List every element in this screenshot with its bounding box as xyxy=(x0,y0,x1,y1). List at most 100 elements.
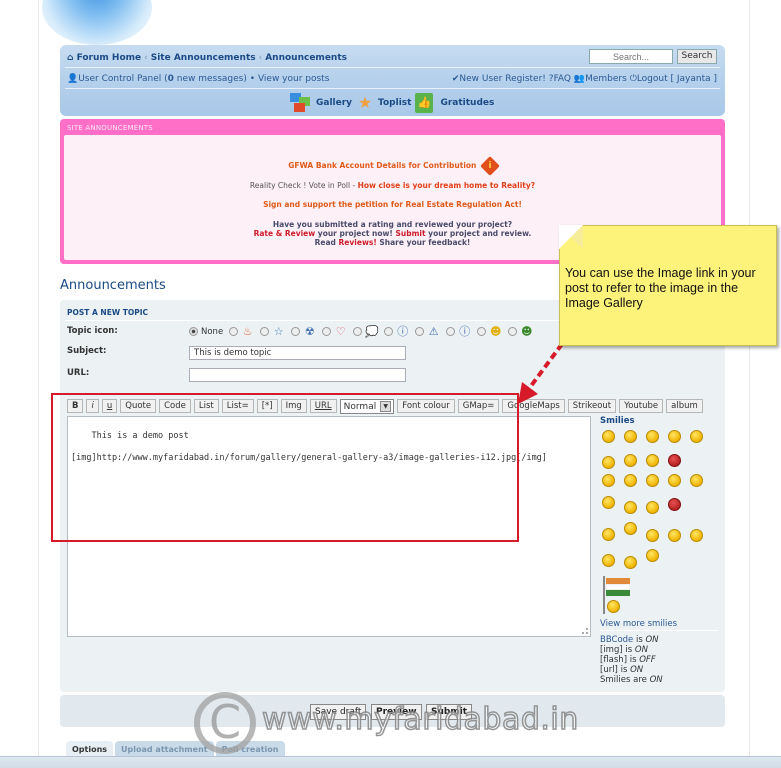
callout-arrow-icon xyxy=(518,342,564,404)
status-url: [url] is ON xyxy=(600,665,644,675)
note-fold xyxy=(559,225,583,249)
smiley-icon[interactable] xyxy=(624,556,637,569)
feedback-text: Share your feedback! xyxy=(376,238,471,247)
tab-upload-attachment[interactable]: Upload attachment xyxy=(115,741,214,756)
preview-button[interactable]: Preview xyxy=(371,704,422,720)
toplist-icon: ★ xyxy=(357,93,373,112)
breadcrumb-announcements[interactable]: Announcements xyxy=(265,53,347,63)
heart-icon: ♡ xyxy=(335,325,346,338)
smiley-wink-icon: ☻ xyxy=(489,325,502,338)
search-input[interactable] xyxy=(589,49,673,64)
smiley-icon[interactable] xyxy=(690,430,703,443)
smiley-icon[interactable] xyxy=(668,430,681,443)
url-label: URL: xyxy=(67,368,90,378)
smiley-icon[interactable] xyxy=(646,501,659,514)
smiley-icon[interactable] xyxy=(646,474,659,487)
smiley-icon[interactable] xyxy=(668,454,681,467)
strikeout-button[interactable]: Strikeout xyxy=(567,399,617,413)
radioactive-icon: ☢ xyxy=(304,325,315,338)
star-icon: ☆ xyxy=(273,325,284,338)
rate-review-link[interactable]: Rate & Review xyxy=(254,229,316,238)
url-input[interactable] xyxy=(189,368,406,382)
rate-text: your project now! xyxy=(315,229,396,238)
breadcrumb-forum-home[interactable]: Forum Home xyxy=(77,53,142,63)
topic-icon-radio-none[interactable] xyxy=(189,327,198,336)
topic-icon-radio[interactable] xyxy=(415,327,425,336)
smiley-icon[interactable] xyxy=(602,456,615,469)
members-link[interactable]: Members xyxy=(585,74,627,84)
highlight-box xyxy=(51,393,519,542)
smiley-icon[interactable] xyxy=(646,430,659,443)
topic-icon-radio[interactable] xyxy=(384,327,394,336)
gallery-link[interactable]: Gallery xyxy=(316,98,352,108)
ucp-text: User Control Panel ( xyxy=(78,74,168,84)
warning-icon: ⚠ xyxy=(428,325,439,338)
smiley-icon[interactable] xyxy=(602,474,615,487)
topic-icon-radio[interactable] xyxy=(477,327,487,336)
smiley-icon[interactable] xyxy=(602,430,615,443)
gratitudes-link[interactable]: Gratitudes xyxy=(440,98,494,108)
smiley-icon[interactable] xyxy=(624,454,637,467)
divider xyxy=(65,88,720,89)
submit-button[interactable]: Submit xyxy=(426,704,473,720)
smiley-icon[interactable] xyxy=(602,554,615,567)
smiley-icon[interactable] xyxy=(602,528,615,541)
home-icon: ⌂ xyxy=(67,53,74,63)
smiley-icon[interactable] xyxy=(690,474,703,487)
submit-project-link[interactable]: Submit xyxy=(395,229,425,238)
smiley-icon[interactable] xyxy=(624,474,637,487)
header-navbar: ⌂ Forum Home ‹ Site Announcements ‹ Announce… xyxy=(60,45,725,116)
smiley-icon[interactable] xyxy=(668,474,681,487)
register-link[interactable]: New User Register! xyxy=(459,74,546,84)
smiley-icon[interactable] xyxy=(690,529,703,542)
resize-handle[interactable] xyxy=(582,628,588,634)
bbcode-status: BBCode is ON [img] is ON [flash] is OFF … xyxy=(600,635,663,685)
smilies-panel: Smilies View more smilies BBCode is ON [… xyxy=(600,416,720,685)
rating-question: Have you submitted a rating and reviewed… xyxy=(272,220,513,229)
topic-icon-radio[interactable] xyxy=(291,327,301,336)
divider xyxy=(600,630,718,631)
smiley-icon[interactable] xyxy=(602,496,615,509)
smilies-title: Smilies xyxy=(600,416,635,426)
logout-link[interactable]: Logout [ Jayanta ] xyxy=(637,74,717,84)
topic-icon-radio[interactable] xyxy=(353,327,363,336)
smiley-icon[interactable] xyxy=(646,454,659,467)
topic-icon-radio[interactable] xyxy=(508,327,518,336)
smiley-icon[interactable] xyxy=(624,522,637,535)
smiley-icon[interactable] xyxy=(646,529,659,542)
petition-link[interactable]: Sign and support the petition for Real E… xyxy=(263,200,522,209)
save-draft-button[interactable]: Save draft xyxy=(310,704,367,720)
ucp-link[interactable]: User Control Panel (0 new messages) xyxy=(78,74,247,84)
view-posts-link[interactable]: View your posts xyxy=(258,74,329,84)
topic-icon-radio[interactable] xyxy=(260,327,270,336)
speech-bubble-icon: 💭 xyxy=(365,325,379,338)
review-text: your project and review. xyxy=(425,229,532,238)
topic-icon-radio[interactable] xyxy=(446,327,456,336)
none-label: None xyxy=(201,326,224,337)
topic-icon-radio[interactable] xyxy=(322,327,332,336)
tab-poll-creation[interactable]: Poll creation xyxy=(215,741,285,756)
album-button[interactable]: album xyxy=(666,399,703,413)
youtube-button[interactable]: Youtube xyxy=(619,399,664,413)
status-bbcode: BBCode is ON xyxy=(600,635,659,645)
bank-details-link[interactable]: GFWA Bank Account Details for Contributi… xyxy=(288,161,476,170)
search-button[interactable]: Search xyxy=(677,49,717,64)
topic-icon-radio[interactable] xyxy=(229,327,239,336)
poll-link[interactable]: How close is your dream home to Reality? xyxy=(358,181,536,190)
reviews-link[interactable]: Reviews! xyxy=(339,238,377,247)
breadcrumb-site-announcements[interactable]: Site Announcements xyxy=(151,53,256,63)
smiley-icon[interactable] xyxy=(624,501,637,514)
gallery-icon xyxy=(290,93,312,113)
smiley-icon[interactable] xyxy=(668,529,681,542)
smiley-icon[interactable] xyxy=(624,430,637,443)
bbcode-link[interactable]: BBCode xyxy=(600,635,633,645)
india-flag-smiley[interactable] xyxy=(603,576,631,614)
smiley-icon[interactable] xyxy=(668,498,681,511)
view-more-smilies-link[interactable]: View more smilies xyxy=(600,619,677,629)
faq-link[interactable]: FAQ xyxy=(554,74,571,84)
smiley-icon[interactable] xyxy=(646,549,659,562)
subject-input[interactable] xyxy=(189,346,406,360)
tab-options[interactable]: Options xyxy=(66,741,114,756)
submit-bar: Save draft Preview Submit xyxy=(60,695,725,727)
toplist-link[interactable]: Toplist xyxy=(378,98,411,108)
